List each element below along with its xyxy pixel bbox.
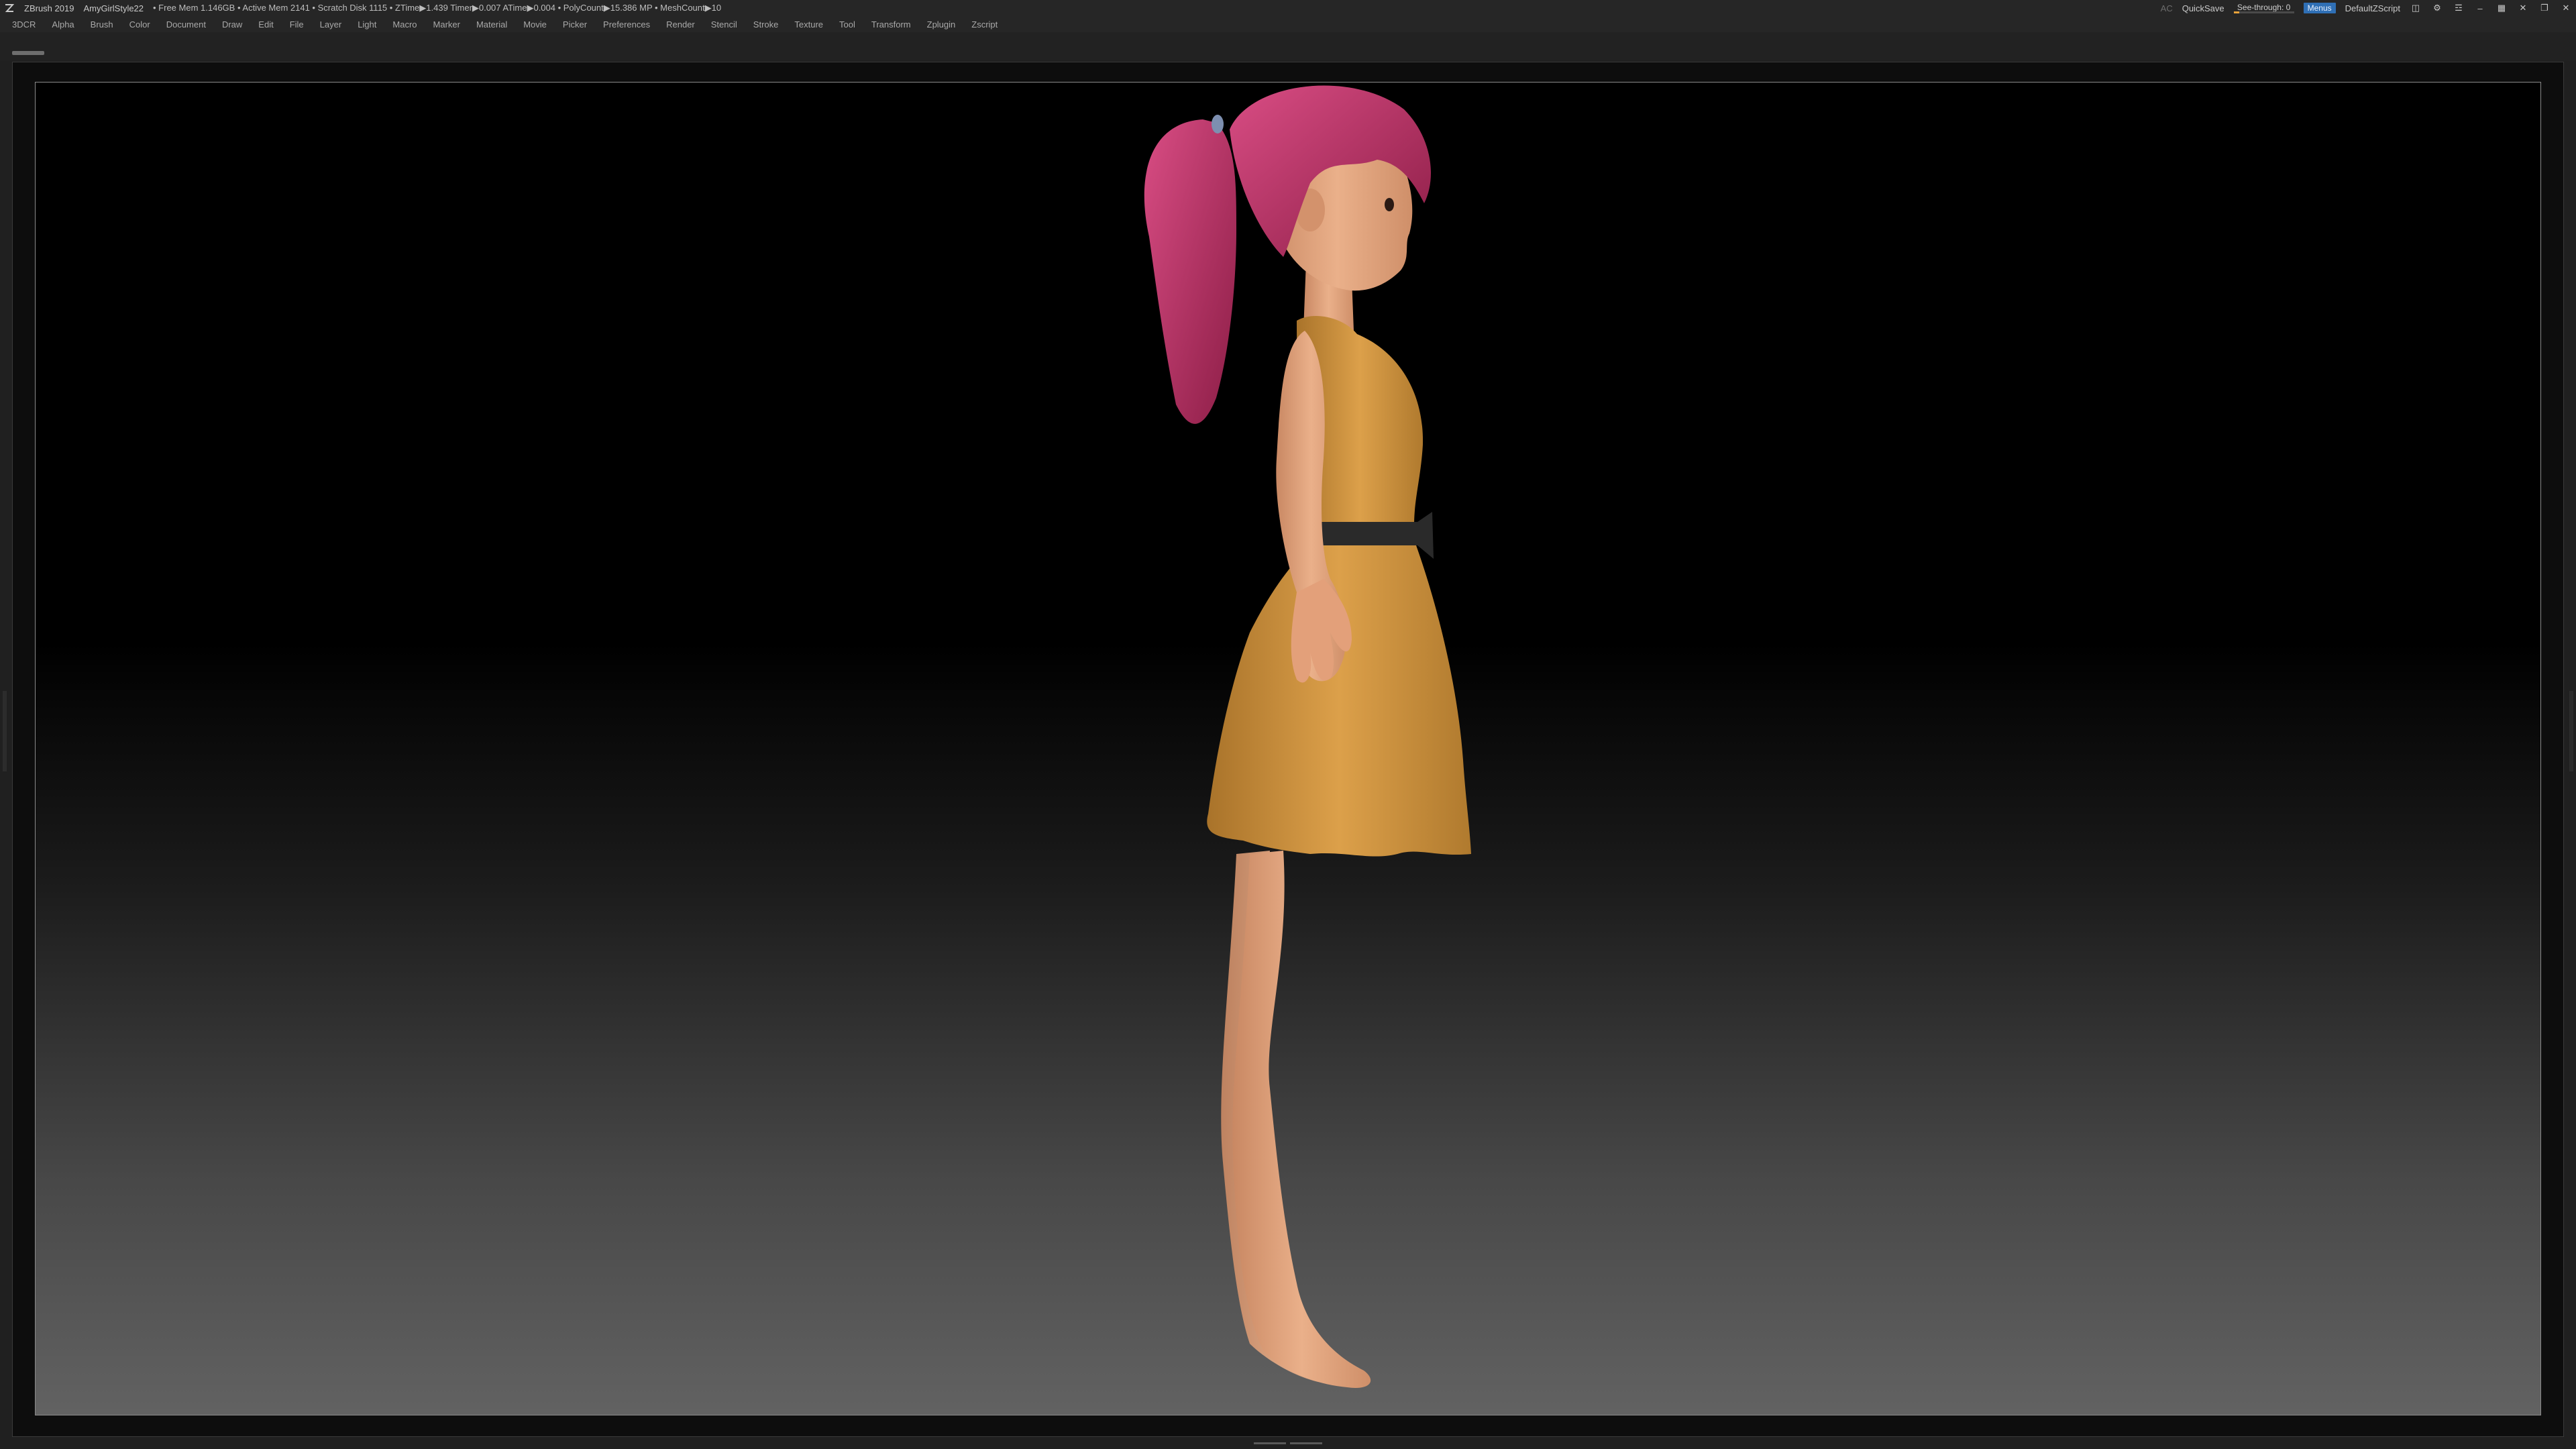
right-tray-handle[interactable] — [2569, 691, 2573, 771]
ponytail — [1144, 119, 1236, 424]
menu-item-transform[interactable]: Transform — [871, 19, 911, 30]
shelf-grip-handle[interactable] — [12, 51, 44, 55]
left-tray-handle[interactable] — [3, 691, 7, 771]
ac-button[interactable]: AC — [2161, 3, 2173, 13]
script-icon[interactable]: ⚙ — [2431, 3, 2443, 13]
see-through-slider[interactable]: See-through: 0 — [2233, 3, 2294, 13]
menu-item-zplugin[interactable]: Zplugin — [927, 19, 956, 30]
quicksave-button[interactable]: QuickSave — [2182, 3, 2224, 13]
menu-item-tool[interactable]: Tool — [839, 19, 855, 30]
menu-item-material[interactable]: Material — [476, 19, 507, 30]
menu-item-marker[interactable]: Marker — [433, 19, 460, 30]
eye — [1385, 198, 1394, 211]
document-viewport[interactable] — [35, 82, 2541, 1415]
bottom-tray-handle[interactable] — [1248, 1441, 1328, 1445]
menu-item-zscript[interactable]: Zscript — [971, 19, 998, 30]
menu-item-brush[interactable]: Brush — [91, 19, 113, 30]
menu-item-color[interactable]: Color — [129, 19, 150, 30]
default-zscript-button[interactable]: DefaultZScript — [2345, 3, 2400, 13]
menu-item-alpha[interactable]: Alpha — [52, 19, 74, 30]
see-through-fill — [2233, 11, 2239, 13]
menu-item-macro[interactable]: Macro — [392, 19, 417, 30]
menu-item-document[interactable]: Document — [166, 19, 206, 30]
character-model[interactable] — [36, 83, 2541, 1415]
document-name: AmyGirlStyle22 — [83, 3, 144, 13]
menu-item-movie[interactable]: Movie — [523, 19, 547, 30]
menu-item-file[interactable]: File — [290, 19, 304, 30]
see-through-value: 0 — [2286, 3, 2291, 12]
menu-item-light[interactable]: Light — [358, 19, 376, 30]
menu-item-stencil[interactable]: Stencil — [711, 19, 737, 30]
menu-item-preferences[interactable]: Preferences — [603, 19, 650, 30]
menu-item-stroke[interactable]: Stroke — [753, 19, 779, 30]
lock-icon[interactable]: ▦ — [2496, 3, 2508, 13]
close-icon[interactable]: ✕ — [2560, 3, 2572, 13]
memory-stats: • Free Mem 1.146GB • Active Mem 2141 • S… — [153, 3, 722, 13]
menus-button[interactable]: Menus — [2303, 3, 2336, 13]
hair-tie — [1212, 115, 1224, 133]
menu-item-texture[interactable]: Texture — [794, 19, 823, 30]
dress-skirt — [1207, 545, 1471, 857]
restore-icon[interactable]: ❐ — [2538, 3, 2551, 13]
zbrush-logo-icon — [5, 4, 15, 12]
see-through-track — [2233, 11, 2294, 13]
menu-item-layer[interactable]: Layer — [320, 19, 342, 30]
menu-item-edit[interactable]: Edit — [258, 19, 273, 30]
menu-item-draw[interactable]: Draw — [222, 19, 242, 30]
top-shelf — [0, 32, 2576, 60]
see-through-label: See-through — [2237, 3, 2282, 12]
minimize-icon[interactable]: – — [2474, 3, 2486, 13]
menu-item-picker[interactable]: Picker — [563, 19, 587, 30]
menu-item-render[interactable]: Render — [666, 19, 695, 30]
title-bar: ZBrush 2019 AmyGirlStyle22 • Free Mem 1.… — [0, 0, 2576, 16]
front-leg — [1232, 851, 1371, 1388]
menu-item-3dcr[interactable]: 3DCR — [12, 19, 36, 30]
main-menu-bar: 3DCR Alpha Brush Color Document Draw Edi… — [0, 16, 2576, 32]
app-name: ZBrush 2019 — [24, 3, 74, 13]
close-panel-icon[interactable]: ✕ — [2517, 3, 2529, 13]
layout-icon[interactable]: ◫ — [2410, 3, 2422, 13]
help-icon[interactable]: ☲ — [2453, 3, 2465, 13]
